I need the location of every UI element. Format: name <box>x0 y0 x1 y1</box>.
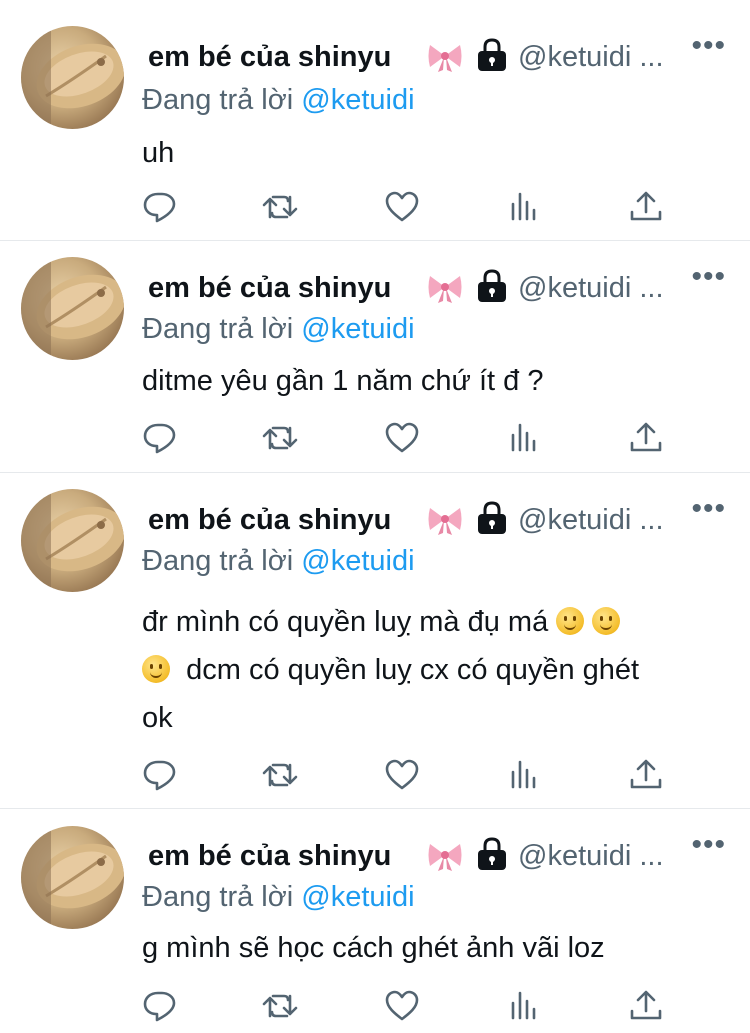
share-icon[interactable] <box>628 190 664 224</box>
lock-icon <box>478 837 506 870</box>
tweet-line: dcm có quyền luỵ cx có quyền ghét <box>186 654 640 686</box>
more-options-icon[interactable]: ••• <box>691 492 726 526</box>
author-handle[interactable]: @ketuidi ... <box>518 41 664 74</box>
retweet-icon[interactable] <box>262 190 298 224</box>
reply-context: Đang trả lời @ketuidi <box>142 84 415 117</box>
reply-prefix: Đang trả lời <box>142 313 294 345</box>
tweet-actions <box>142 758 682 792</box>
author-handle[interactable]: @ketuidi ... <box>518 272 664 305</box>
analytics-icon[interactable] <box>506 421 542 455</box>
avatar[interactable] <box>21 257 124 360</box>
slightly-smiling-face-icon <box>592 607 621 635</box>
tweet-text: g mình sẽ học cách ghét ảnh vãi loz <box>142 925 722 971</box>
reply-prefix: Đang trả lời <box>142 84 294 116</box>
reply-icon[interactable] <box>142 989 178 1023</box>
reply-context: Đang trả lời @ketuidi <box>142 313 415 346</box>
tweet-actions <box>142 190 682 224</box>
author-handle[interactable]: @ketuidi ... <box>518 504 664 537</box>
share-icon[interactable] <box>628 758 664 792</box>
reply-icon[interactable] <box>142 758 178 792</box>
bow-emoji-icon <box>428 45 462 72</box>
tweet-text: uh <box>142 130 722 176</box>
tweet-line: g mình sẽ học cách ghét ảnh vãi loz <box>142 932 605 964</box>
analytics-icon[interactable] <box>506 758 542 792</box>
like-icon[interactable] <box>384 190 420 224</box>
slightly-smiling-face-icon <box>556 607 585 635</box>
analytics-icon[interactable] <box>506 989 542 1023</box>
author-name[interactable]: em bé của shinyu <box>148 840 391 873</box>
like-icon[interactable] <box>384 758 420 792</box>
bow-emoji-icon <box>428 276 462 303</box>
author-name[interactable]: em bé của shinyu <box>148 41 391 74</box>
reply-mention-link[interactable]: @ketuidi <box>301 545 414 577</box>
more-options-icon[interactable]: ••• <box>691 828 726 862</box>
reply-prefix: Đang trả lời <box>142 881 294 913</box>
reply-mention-link[interactable]: @ketuidi <box>301 84 414 116</box>
tweet-actions <box>142 421 682 455</box>
reply-context: Đang trả lời @ketuidi <box>142 545 415 578</box>
tweet[interactable]: em bé của shinyu @ketuidi ... ••• Đang t… <box>0 0 750 241</box>
tweet-line: ditme yêu gần 1 năm chứ ít đ ? <box>142 365 544 397</box>
tweet-line: ok <box>142 702 173 734</box>
reply-mention-link[interactable]: @ketuidi <box>301 881 414 913</box>
more-options-icon[interactable]: ••• <box>691 260 726 294</box>
author-name[interactable]: em bé của shinyu <box>148 504 391 537</box>
avatar[interactable] <box>21 489 124 592</box>
tweet-text: đr mình có quyền luỵ mà đụ má dcm có quy… <box>142 598 722 742</box>
reply-mention-link[interactable]: @ketuidi <box>301 313 414 345</box>
more-options-icon[interactable]: ••• <box>691 29 726 63</box>
tweet[interactable]: em bé của shinyu @ketuidi ... ••• Đang t… <box>0 241 750 473</box>
tweet[interactable]: em bé của shinyu @ketuidi ... ••• Đang t… <box>0 809 750 1033</box>
lock-icon <box>478 501 506 534</box>
reply-icon[interactable] <box>142 421 178 455</box>
retweet-icon[interactable] <box>262 421 298 455</box>
tweet-actions <box>142 989 682 1023</box>
avatar[interactable] <box>21 826 124 929</box>
retweet-icon[interactable] <box>262 758 298 792</box>
slightly-smiling-face-icon <box>142 655 170 683</box>
tweet-text: ditme yêu gần 1 năm chứ ít đ ? <box>142 358 722 404</box>
analytics-icon[interactable] <box>506 190 542 224</box>
reply-context: Đang trả lời @ketuidi <box>142 881 415 914</box>
author-name[interactable]: em bé của shinyu <box>148 272 391 305</box>
avatar[interactable] <box>21 26 124 129</box>
share-icon[interactable] <box>628 421 664 455</box>
reply-icon[interactable] <box>142 190 178 224</box>
retweet-icon[interactable] <box>262 989 298 1023</box>
lock-icon <box>478 38 506 71</box>
like-icon[interactable] <box>384 989 420 1023</box>
tweet-line: đr mình có quyền luỵ mà đụ má <box>142 606 549 638</box>
lock-icon <box>478 269 506 302</box>
tweet[interactable]: em bé của shinyu @ketuidi ... ••• Đang t… <box>0 473 750 809</box>
bow-emoji-icon <box>428 508 462 535</box>
bow-emoji-icon <box>428 844 462 871</box>
like-icon[interactable] <box>384 421 420 455</box>
share-icon[interactable] <box>628 989 664 1023</box>
author-handle[interactable]: @ketuidi ... <box>518 840 664 873</box>
reply-prefix: Đang trả lời <box>142 545 294 577</box>
tweet-line: uh <box>142 137 175 169</box>
